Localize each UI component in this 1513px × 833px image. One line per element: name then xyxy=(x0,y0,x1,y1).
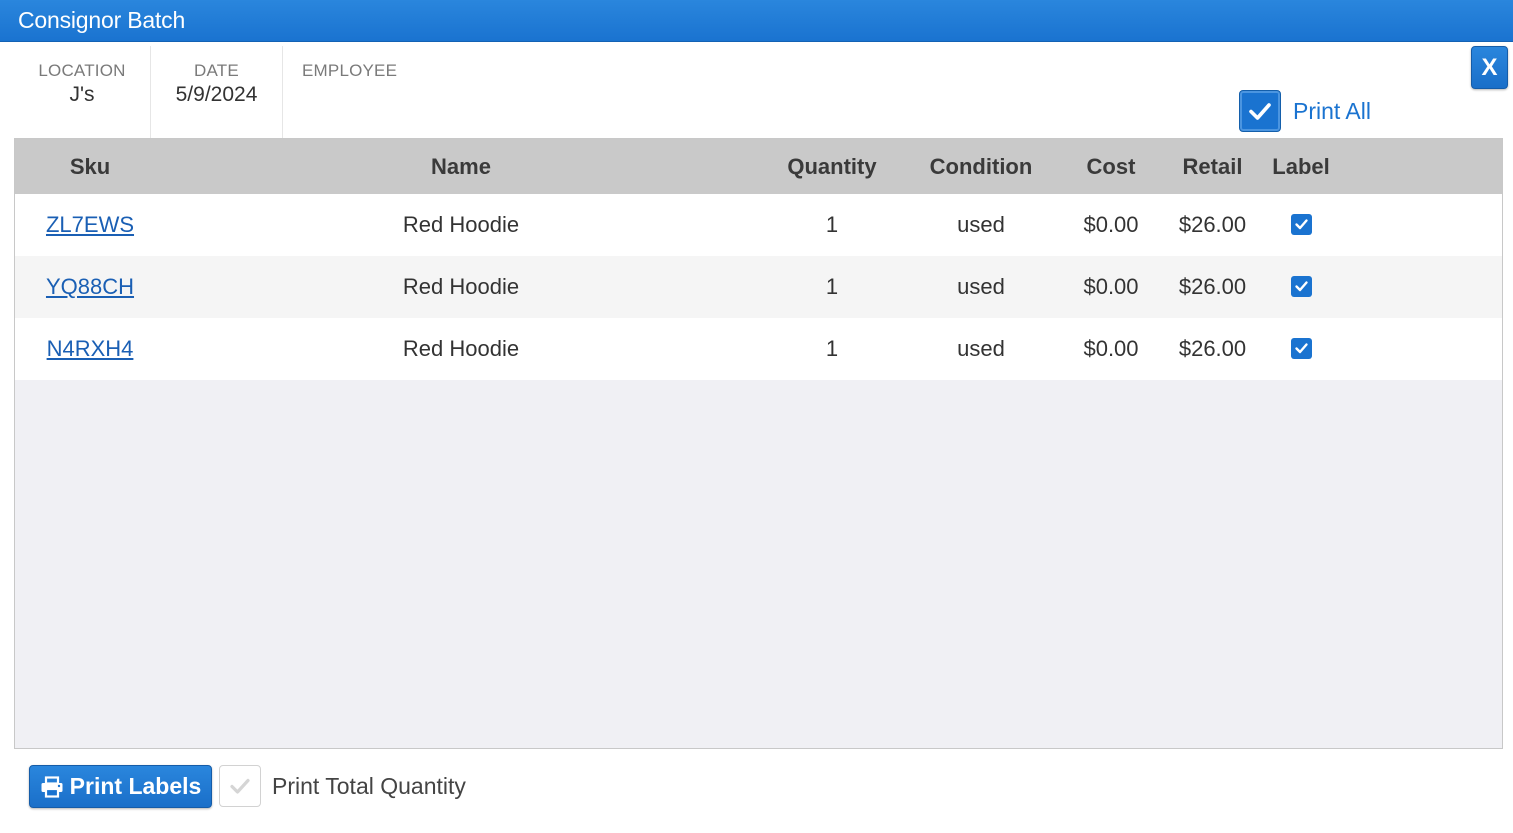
print-labels-label: Print Labels xyxy=(69,773,202,799)
footer-bar: Print Labels Print Total Quantity xyxy=(0,760,1513,820)
sku-link[interactable]: ZL7EWS xyxy=(46,212,134,237)
employee-label: EMPLOYEE xyxy=(302,61,398,80)
close-button[interactable]: X xyxy=(1471,46,1508,89)
print-labels-button[interactable]: Print Labels xyxy=(29,765,212,808)
location-label: LOCATION xyxy=(38,61,126,80)
cost-cell: $0.00 xyxy=(1083,212,1139,237)
check-icon xyxy=(1294,280,1308,291)
label-checkbox[interactable] xyxy=(1290,213,1312,235)
column-header-retail[interactable]: Retail xyxy=(1165,139,1260,194)
print-all-toggle[interactable]: Print All xyxy=(1239,90,1371,132)
column-header-sku[interactable]: Sku xyxy=(15,139,165,194)
label-checkbox[interactable] xyxy=(1290,337,1312,359)
label-checkbox[interactable] xyxy=(1290,275,1312,297)
date-value: 5/9/2024 xyxy=(175,83,258,106)
condition-cell: used xyxy=(957,212,1005,237)
location-value: J's xyxy=(69,83,95,106)
printer-icon xyxy=(40,775,64,798)
print-all-label: Print All xyxy=(1293,97,1371,124)
date-info: DATE 5/9/2024 xyxy=(150,46,283,138)
window-title: Consignor Batch xyxy=(18,7,186,33)
sku-cell: YQ88CH xyxy=(15,256,165,318)
column-header-cost[interactable]: Cost xyxy=(1067,139,1155,194)
items-grid: Sku Name Quantity Condition Cost Retail … xyxy=(14,138,1503,749)
cost-cell: $0.00 xyxy=(1083,274,1139,299)
table-row[interactable]: YQ88CH Red Hoodie 1 used $0.00 $26.00 xyxy=(15,256,1502,318)
print-total-quantity-label: Print Total Quantity xyxy=(272,772,466,799)
quantity-cell: 1 xyxy=(825,336,839,361)
condition-cell: used xyxy=(957,274,1005,299)
retail-cell: $26.00 xyxy=(1178,274,1247,299)
location-info: LOCATION J's xyxy=(14,46,150,138)
name-cell: Red Hoodie xyxy=(402,336,520,361)
sku-cell: N4RXH4 xyxy=(15,318,165,380)
check-icon xyxy=(230,778,250,794)
sku-cell: ZL7EWS xyxy=(15,194,165,256)
name-cell: Red Hoodie xyxy=(402,212,520,237)
label-cell xyxy=(1263,318,1339,380)
quantity-cell: 1 xyxy=(825,274,839,299)
check-icon xyxy=(1294,218,1308,229)
cost-cell: $0.00 xyxy=(1083,336,1139,361)
check-icon xyxy=(1249,103,1271,120)
print-total-quantity-checkbox[interactable] xyxy=(219,765,261,807)
date-label: DATE xyxy=(194,61,239,80)
title-bar: Consignor Batch xyxy=(0,0,1513,42)
quantity-cell: 1 xyxy=(825,212,839,237)
column-header-quantity[interactable]: Quantity xyxy=(777,139,887,194)
table-row[interactable]: ZL7EWS Red Hoodie 1 used $0.00 $26.00 xyxy=(15,194,1502,256)
sku-link[interactable]: N4RXH4 xyxy=(47,336,134,361)
column-header-label[interactable]: Label xyxy=(1263,139,1339,194)
retail-cell: $26.00 xyxy=(1178,336,1247,361)
condition-cell: used xyxy=(957,336,1005,361)
label-cell xyxy=(1263,194,1339,256)
sku-link[interactable]: YQ88CH xyxy=(46,274,134,299)
table-row[interactable]: N4RXH4 Red Hoodie 1 used $0.00 $26.00 xyxy=(15,318,1502,380)
print-all-checkbox[interactable] xyxy=(1239,90,1281,132)
check-icon xyxy=(1294,342,1308,353)
column-header-condition[interactable]: Condition xyxy=(915,139,1047,194)
label-cell xyxy=(1263,256,1339,318)
grid-header: Sku Name Quantity Condition Cost Retail … xyxy=(15,139,1502,194)
employee-info: EMPLOYEE xyxy=(284,46,414,138)
column-header-name[interactable]: Name xyxy=(325,139,597,194)
name-cell: Red Hoodie xyxy=(402,274,520,299)
retail-cell: $26.00 xyxy=(1178,212,1247,237)
print-total-quantity-toggle[interactable]: Print Total Quantity xyxy=(219,765,466,807)
